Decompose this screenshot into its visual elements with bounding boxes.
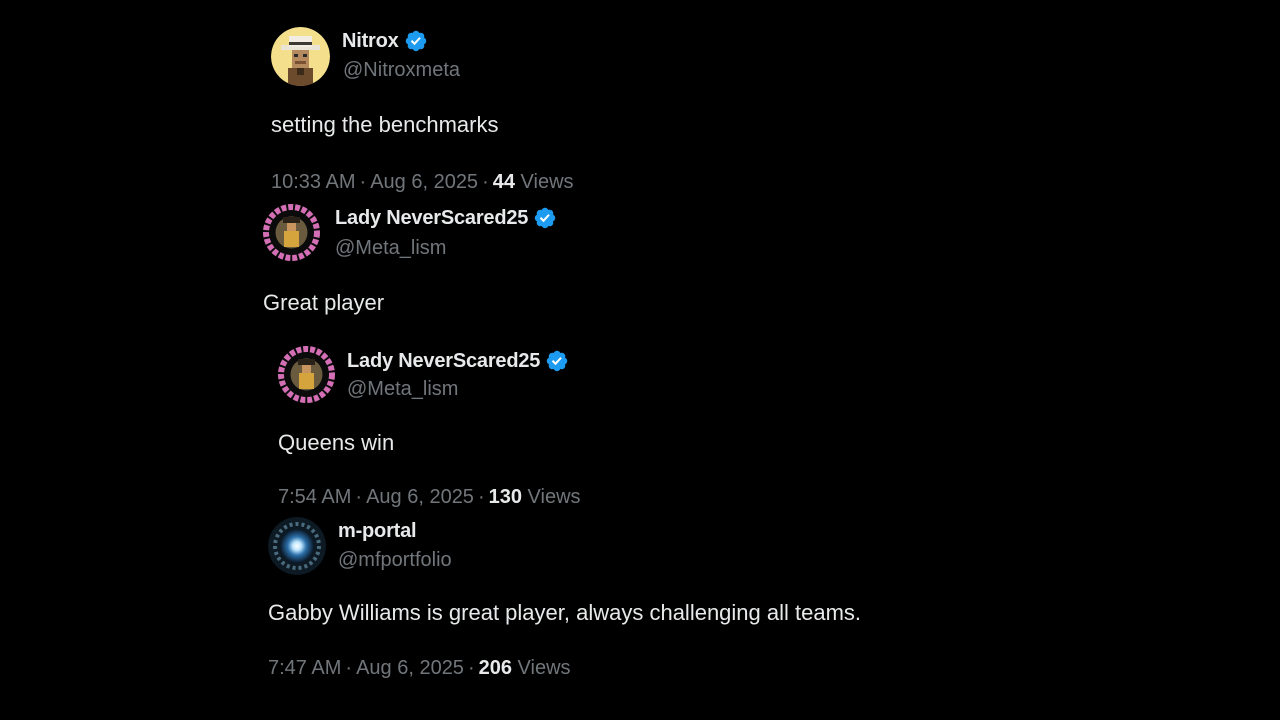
author-handle[interactable]: @mfportfolio xyxy=(338,549,452,572)
author-handle[interactable]: @Meta_lism xyxy=(335,237,446,260)
glowing-portal-avatar-icon[interactable] xyxy=(268,517,326,575)
tweet-time[interactable]: 7:47 AM xyxy=(268,657,341,679)
views-label: Views xyxy=(527,486,581,508)
tweet-lady-neverscared-1: Lady NeverScared25 @Meta_lism Great play… xyxy=(263,204,663,324)
tweet-nitrox: Nitrox @Nitroxmeta setting the benchmark… xyxy=(271,27,671,197)
author-name-row: Nitrox xyxy=(342,29,428,53)
quakey-nation-community-badge-icon[interactable] xyxy=(278,346,335,403)
tweet-text: Gabby Williams is great player, always c… xyxy=(268,600,862,625)
tweet-text: setting the benchmarks xyxy=(271,112,499,137)
tweet-meta: 10:33 AM · Aug 6, 2025 · 44 Views xyxy=(271,171,574,193)
author-handle[interactable]: @Nitroxmeta xyxy=(343,59,460,82)
views-label: Views xyxy=(517,657,571,679)
verified-badge-icon xyxy=(534,207,556,229)
author-name[interactable]: Nitrox xyxy=(342,30,399,53)
cowboy-pixel-avatar-icon[interactable] xyxy=(271,27,330,86)
author-handle[interactable]: @Meta_lism xyxy=(347,378,458,401)
tweet-time[interactable]: 7:54 AM xyxy=(278,486,351,508)
tweet-text: Queens win xyxy=(278,430,395,455)
views-count: 206 xyxy=(478,657,512,679)
views-label: Views xyxy=(520,171,574,193)
tweet-text: Great player xyxy=(263,290,385,315)
tweet-date[interactable]: Aug 6, 2025 xyxy=(370,171,478,193)
views-count: 130 xyxy=(488,486,522,508)
quakey-nation-community-badge-icon[interactable] xyxy=(263,204,320,261)
author-name-row: m-portal xyxy=(338,520,417,543)
tweet-date[interactable]: Aug 6, 2025 xyxy=(366,486,474,508)
tweet-m-portal: m-portal @mfportfolio Gabby Williams is … xyxy=(268,517,988,692)
author-name-row: Lady NeverScared25 xyxy=(347,349,569,373)
verified-badge-icon xyxy=(405,30,426,52)
author-name[interactable]: m-portal xyxy=(338,520,417,543)
tweet-meta: 7:54 AM · Aug 6, 2025 · 130 Views xyxy=(278,486,581,508)
tweet-meta: 7:47 AM · Aug 6, 2025 · 206 Views xyxy=(268,657,571,679)
verified-badge-icon xyxy=(546,350,568,372)
author-name[interactable]: Lady NeverScared25 xyxy=(335,207,528,230)
author-name-row: Lady NeverScared25 xyxy=(335,206,557,230)
tweet-date[interactable]: Aug 6, 2025 xyxy=(356,657,464,679)
author-name[interactable]: Lady NeverScared25 xyxy=(347,350,540,373)
views-count: 44 xyxy=(492,171,515,193)
tweet-lady-neverscared-2: Lady NeverScared25 @Meta_lism Queens win… xyxy=(278,346,678,516)
tweet-time[interactable]: 10:33 AM xyxy=(271,171,356,193)
